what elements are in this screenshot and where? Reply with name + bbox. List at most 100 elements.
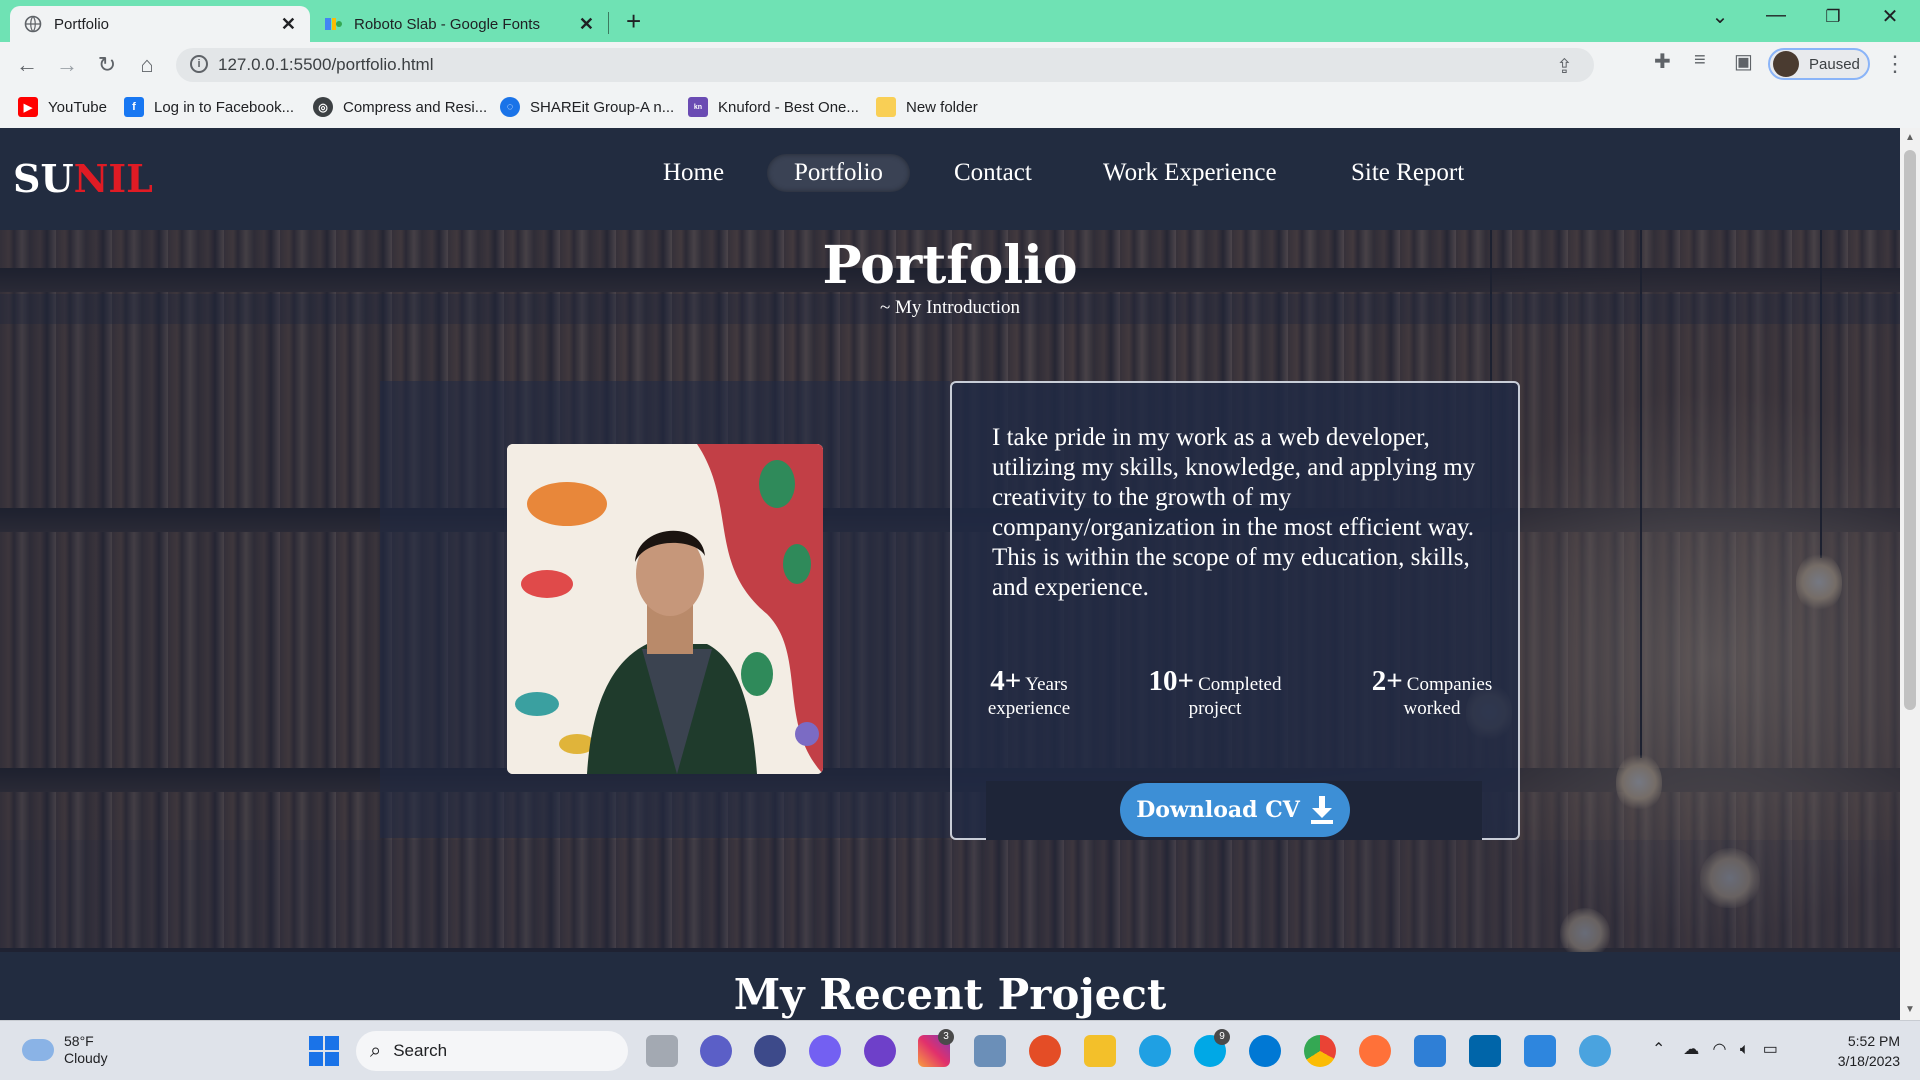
taskbar-search[interactable]: ⌕ Search <box>356 1031 628 1071</box>
stat-projects: 10+ Completed project <box>1140 665 1290 720</box>
weather-widget[interactable]: 58°F Cloudy <box>22 1033 108 1067</box>
profile-button[interactable]: Paused <box>1768 48 1870 80</box>
phone-icon[interactable] <box>1249 1035 1281 1067</box>
shareit-icon: ◌ <box>500 97 520 117</box>
home-button[interactable]: ⌂ <box>132 50 162 80</box>
close-window-button[interactable]: ✕ <box>1870 4 1910 29</box>
close-tab-icon[interactable]: ✕ <box>281 14 296 35</box>
back-button[interactable]: ← <box>12 50 42 80</box>
profile-status: Paused <box>1809 55 1860 73</box>
start-button[interactable] <box>309 1036 339 1066</box>
chevron-up-icon[interactable]: ⌃ <box>1652 1041 1665 1058</box>
photos-icon[interactable] <box>974 1035 1006 1067</box>
onedrive-icon[interactable]: ☁ <box>1683 1041 1699 1058</box>
stat-label: worked <box>1403 698 1461 719</box>
edge-icon[interactable] <box>1139 1035 1171 1067</box>
site-navbar: SUNIL Home Portfolio Contact Work Experi… <box>0 128 1900 230</box>
download-cv-label: Download CV <box>1136 797 1300 823</box>
address-bar[interactable]: i 127.0.0.1:5500/portfolio.html ⇪ <box>176 48 1594 82</box>
scrollbar-thumb[interactable] <box>1904 150 1916 710</box>
bookmark-label: Knuford - Best One... <box>718 98 859 116</box>
logo-text-red: NIL <box>73 156 153 201</box>
github-desktop-icon[interactable] <box>864 1035 896 1067</box>
site-info-icon[interactable]: i <box>190 55 208 73</box>
bookmark-label: SHAREit Group-A n... <box>530 98 675 116</box>
bookmark-new-folder[interactable]: New folder <box>876 97 978 117</box>
address-url[interactable]: 127.0.0.1:5500/portfolio.html <box>218 55 433 75</box>
intro-card: I take pride in my work as a web develop… <box>950 381 1520 840</box>
forward-button[interactable]: → <box>52 50 82 80</box>
clock-time: 5:52 PM <box>1847 1033 1900 1049</box>
folder-icon <box>876 97 896 117</box>
page-scrollbar[interactable]: ▲ ▼ <box>1900 128 1920 1020</box>
tab-title: Roboto Slab - Google Fonts <box>354 15 540 33</box>
tab-search-chevron-icon[interactable]: ⌄ <box>1700 4 1740 29</box>
stat-years: 4+ Years experience <box>974 665 1084 720</box>
more-menu-icon[interactable]: ⋮ <box>1884 51 1906 77</box>
bookmark-shareit[interactable]: ◌ SHAREit Group-A n... <box>500 97 674 117</box>
intro-text: I take pride in my work as a web develop… <box>992 424 1476 601</box>
windows-taskbar: 58°F Cloudy ⌕ Search 3 9 ⌃ ☁ ◠ 🔈︎ ▭ 5:52… <box>0 1020 1920 1080</box>
nav-work-experience[interactable]: Work Experience <box>1076 154 1304 192</box>
stat-number: 10+ <box>1148 665 1195 697</box>
page-subtitle: ~ My Introduction <box>879 297 1021 318</box>
globe-icon <box>24 15 42 33</box>
reload-button[interactable]: ↻ <box>92 50 122 80</box>
file-explorer-icon[interactable] <box>1084 1035 1116 1067</box>
profile-photo <box>507 444 823 774</box>
system-tray: ⌃ ☁ ◠ 🔈︎ ▭ <box>1652 1039 1778 1059</box>
bookmark-label: Compress and Resi... <box>343 98 488 116</box>
notepad-icon[interactable] <box>1414 1035 1446 1067</box>
chrome-icon[interactable] <box>1304 1035 1336 1067</box>
scroll-up-icon[interactable]: ▲ <box>1905 132 1915 143</box>
bookmark-label: Log in to Facebook... <box>154 98 295 116</box>
nav-site-report[interactable]: Site Report <box>1324 154 1491 192</box>
close-tab-icon[interactable]: ✕ <box>579 14 594 35</box>
stat-number: 4+ <box>990 665 1022 697</box>
nav-home[interactable]: Home <box>636 154 751 192</box>
battery-icon[interactable]: ▭ <box>1763 1041 1778 1058</box>
scroll-down-icon[interactable]: ▼ <box>1905 1004 1915 1015</box>
task-view-icon[interactable] <box>646 1035 678 1067</box>
extensions-icon[interactable]: ✚ <box>1654 49 1671 74</box>
share-icon[interactable]: ⇪ <box>1556 54 1573 79</box>
logo-text-white: SU <box>13 156 74 201</box>
search-label: Search <box>393 1041 448 1060</box>
vscode-icon[interactable] <box>1469 1035 1501 1067</box>
tab-title: Portfolio <box>54 15 110 33</box>
side-panel-icon[interactable]: ▣ <box>1734 49 1753 74</box>
bookmark-label: YouTube <box>48 98 107 116</box>
download-cv-button[interactable]: Download CV <box>1120 783 1350 837</box>
restore-button[interactable]: ❐ <box>1813 7 1853 27</box>
clock-date: 3/18/2023 <box>1837 1053 1900 1069</box>
app-icon[interactable] <box>754 1035 786 1067</box>
reading-list-icon[interactable]: ≡ <box>1694 49 1706 72</box>
bookmark-compress[interactable]: ◎ Compress and Resi... <box>313 97 487 117</box>
minimize-button[interactable]: — <box>1756 4 1796 27</box>
teams-chat-icon[interactable] <box>700 1035 732 1067</box>
system-clock[interactable]: 5:52 PM 3/18/2023 <box>1830 1031 1900 1071</box>
globe-icon[interactable] <box>1579 1035 1611 1067</box>
browser-toolbar: ← → ↻ ⌂ i 127.0.0.1:5500/portfolio.html … <box>0 42 1920 88</box>
viber-icon[interactable] <box>809 1035 841 1067</box>
app-icon[interactable] <box>1029 1035 1061 1067</box>
firefox-icon[interactable] <box>1359 1035 1391 1067</box>
bookmark-facebook[interactable]: f Log in to Facebook... <box>124 97 294 117</box>
page-viewport: SUNIL Home Portfolio Contact Work Experi… <box>0 128 1920 1020</box>
volume-icon[interactable]: 🔈︎ <box>1740 1041 1750 1058</box>
bookmark-knuford[interactable]: kn Knuford - Best One... <box>688 97 859 117</box>
background-strip <box>0 840 1900 952</box>
page-title: Portfolio <box>822 235 1078 296</box>
paint-icon[interactable] <box>1524 1035 1556 1067</box>
nav-contact[interactable]: Contact <box>927 154 1059 192</box>
new-tab-button[interactable]: + <box>626 6 641 37</box>
bookmark-youtube[interactable]: ▶ YouTube <box>18 97 107 117</box>
tab-roboto-slab[interactable]: Roboto Slab - Google Fonts ✕ <box>310 6 608 42</box>
nav-portfolio[interactable]: Portfolio <box>767 154 910 192</box>
notification-badge: 9 <box>1214 1029 1230 1045</box>
wifi-icon[interactable]: ◠ <box>1713 1041 1727 1058</box>
stat-label: Years <box>1025 674 1068 695</box>
tab-divider <box>608 12 609 34</box>
site-logo[interactable]: SUNIL <box>13 156 153 201</box>
tab-portfolio[interactable]: Portfolio ✕ <box>10 6 310 42</box>
